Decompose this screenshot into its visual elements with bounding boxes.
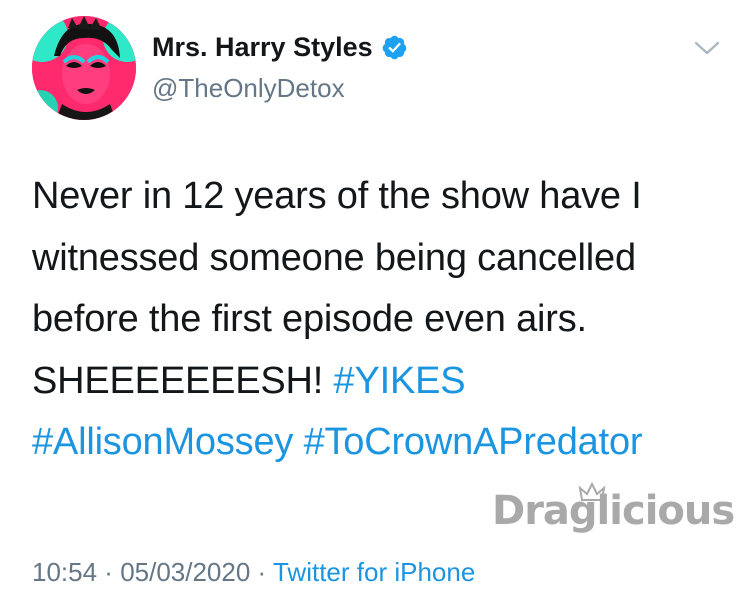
- tweet-text-line: witnessed someone being cancelled: [32, 228, 732, 290]
- tweet-text-segment: SHEEEEEEESH!: [32, 359, 334, 402]
- author-name-row: Mrs. Harry Styles: [152, 30, 408, 64]
- verified-badge-icon: [381, 34, 408, 61]
- chevron-down-icon[interactable]: [692, 36, 722, 60]
- tweet-text-line: Never in 12 years of the show have I: [32, 166, 732, 228]
- author-avatar[interactable]: [32, 16, 136, 120]
- tweet-text-line: #AllisonMossey #ToCrownAPredator: [32, 412, 732, 474]
- tweet-text-segment: witnessed someone being cancelled: [32, 236, 636, 279]
- tweet-text-segment: [293, 421, 303, 463]
- tweet-text-segment: Never in 12 years of the show have I: [32, 175, 642, 217]
- avatar-image: [32, 16, 136, 120]
- hashtag-tocrownapredator-link[interactable]: #ToCrownAPredator: [304, 421, 643, 463]
- crown-icon: [578, 481, 606, 501]
- tweet-source-link[interactable]: Twitter for iPhone: [273, 557, 475, 587]
- tweet-text-line: SHEEEEEEESH! #YIKES: [32, 351, 732, 413]
- tweet-meta: 10:54 · 05/03/2020 · Twitter for iPhone: [32, 557, 475, 588]
- author-handle[interactable]: @TheOnlyDetox: [152, 73, 345, 104]
- hashtag-yikes-link[interactable]: #YIKES: [334, 360, 466, 402]
- tweet-text: Never in 12 years of the show have I wit…: [32, 166, 732, 474]
- tweet-date[interactable]: 05/03/2020: [120, 557, 250, 587]
- watermark-text: Draglicious: [492, 488, 735, 534]
- tweet-time[interactable]: 10:54: [32, 557, 97, 587]
- meta-separator: ·: [97, 557, 121, 587]
- author-display-name[interactable]: Mrs. Harry Styles: [152, 32, 373, 63]
- tweet-card: Mrs. Harry Styles @TheOnlyDetox Never in…: [0, 0, 750, 613]
- hashtag-allisonmossey-link[interactable]: #AllisonMossey: [32, 421, 293, 463]
- draglicious-watermark-logo: Draglicious: [492, 481, 735, 550]
- meta-separator: ·: [250, 557, 273, 587]
- tweet-text-line: before the first episode even airs.: [32, 289, 732, 351]
- tweet-text-segment: before the first episode even airs.: [32, 298, 587, 340]
